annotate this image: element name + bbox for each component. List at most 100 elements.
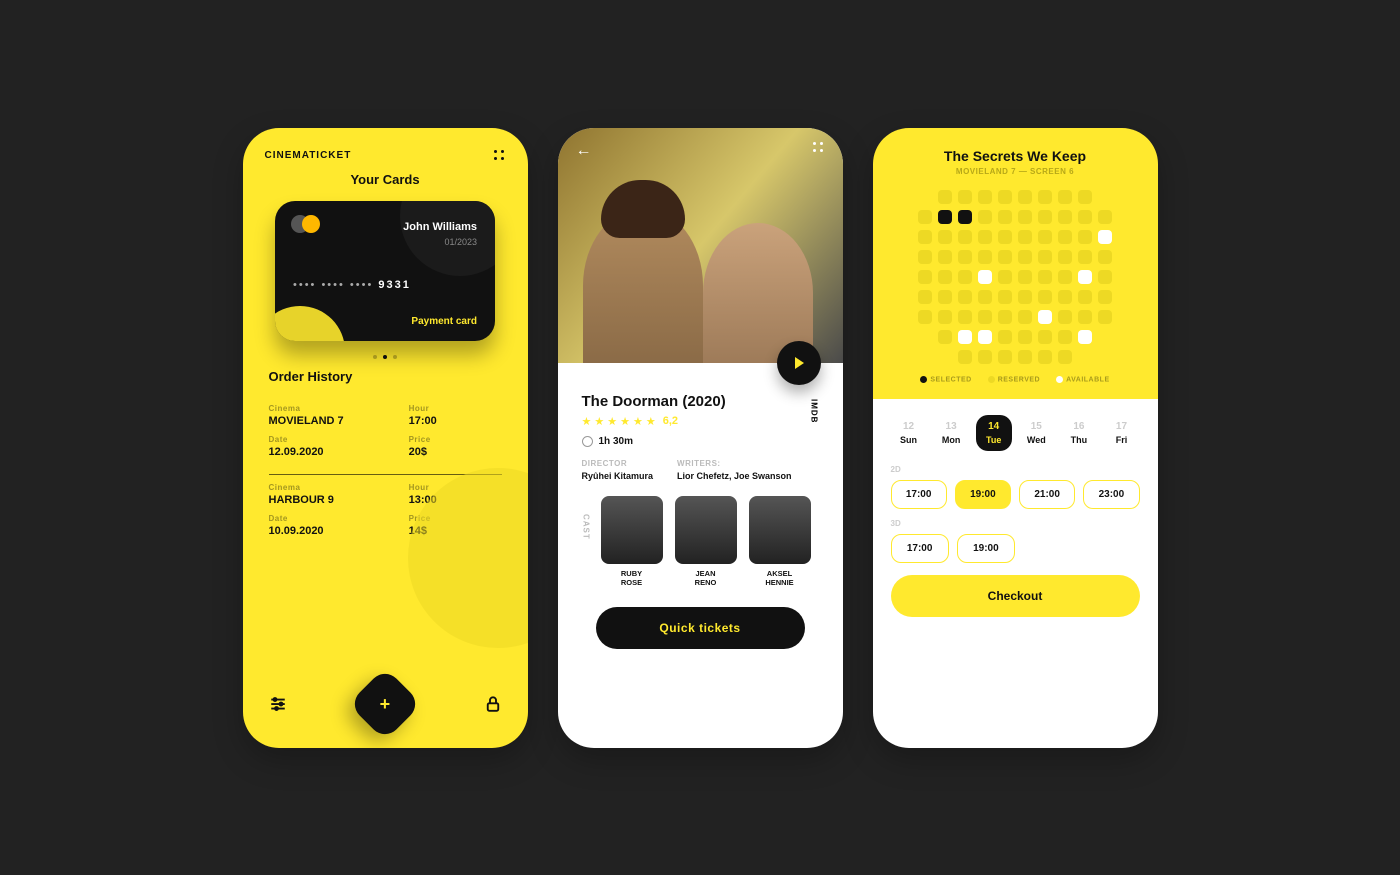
seat[interactable]	[1018, 190, 1032, 204]
seat[interactable]	[958, 290, 972, 304]
seat[interactable]	[1018, 270, 1032, 284]
seat[interactable]	[1078, 210, 1092, 224]
menu-icon[interactable]	[494, 150, 506, 162]
seat[interactable]	[998, 210, 1012, 224]
seat[interactable]	[958, 330, 972, 344]
time-slot[interactable]: 17:00	[891, 534, 949, 563]
seat[interactable]	[978, 330, 992, 344]
seat[interactable]	[1038, 210, 1052, 224]
settings-icon[interactable]	[269, 695, 287, 713]
seat[interactable]	[998, 310, 1012, 324]
seat[interactable]	[958, 230, 972, 244]
date-option[interactable]: 14Tue	[976, 415, 1012, 451]
seat[interactable]	[1058, 250, 1072, 264]
seat[interactable]	[938, 210, 952, 224]
seat[interactable]	[1018, 290, 1032, 304]
seat[interactable]	[1018, 210, 1032, 224]
checkout-button[interactable]: Checkout	[891, 575, 1140, 617]
seat[interactable]	[1058, 330, 1072, 344]
time-slot[interactable]: 19:00	[955, 480, 1011, 509]
seat[interactable]	[958, 350, 972, 364]
seat[interactable]	[1038, 330, 1052, 344]
seat[interactable]	[998, 190, 1012, 204]
seat[interactable]	[1098, 270, 1112, 284]
time-slot[interactable]: 23:00	[1083, 480, 1139, 509]
seat[interactable]	[918, 270, 932, 284]
seat[interactable]	[1098, 210, 1112, 224]
seat[interactable]	[1078, 250, 1092, 264]
seat[interactable]	[938, 330, 952, 344]
seat[interactable]	[978, 290, 992, 304]
seat[interactable]	[938, 290, 952, 304]
seat[interactable]	[1038, 190, 1052, 204]
seat[interactable]	[1058, 290, 1072, 304]
seat[interactable]	[938, 190, 952, 204]
seat[interactable]	[1078, 330, 1092, 344]
date-option[interactable]: 17Fri	[1103, 415, 1139, 451]
seat[interactable]	[1038, 270, 1052, 284]
seat[interactable]	[1058, 190, 1072, 204]
time-slot[interactable]: 21:00	[1019, 480, 1075, 509]
seat[interactable]	[918, 290, 932, 304]
seat[interactable]	[1038, 350, 1052, 364]
time-slot[interactable]: 17:00	[891, 480, 947, 509]
seat[interactable]	[1058, 210, 1072, 224]
seat[interactable]	[978, 210, 992, 224]
seat[interactable]	[978, 190, 992, 204]
seat[interactable]	[918, 210, 932, 224]
seat[interactable]	[1098, 310, 1112, 324]
seat[interactable]	[918, 230, 932, 244]
time-slot[interactable]: 19:00	[957, 534, 1015, 563]
card-pager[interactable]	[243, 355, 528, 359]
seat[interactable]	[1018, 330, 1032, 344]
imdb-label[interactable]: IMDB	[810, 399, 819, 423]
seat[interactable]	[978, 350, 992, 364]
menu-icon[interactable]	[813, 142, 825, 154]
seat[interactable]	[1078, 230, 1092, 244]
seat[interactable]	[1038, 250, 1052, 264]
seat[interactable]	[1098, 290, 1112, 304]
seat[interactable]	[958, 270, 972, 284]
date-option[interactable]: 15Wed	[1018, 415, 1054, 451]
seat[interactable]	[1098, 250, 1112, 264]
seat[interactable]	[998, 270, 1012, 284]
seat[interactable]	[938, 310, 952, 324]
seat[interactable]	[1078, 190, 1092, 204]
seat[interactable]	[978, 310, 992, 324]
seat[interactable]	[998, 290, 1012, 304]
cast-member[interactable]: RUBYROSE	[601, 496, 663, 587]
seat[interactable]	[1058, 310, 1072, 324]
cast-member[interactable]: AKSELHENNIE	[749, 496, 811, 587]
back-icon[interactable]: ←	[576, 142, 592, 160]
date-option[interactable]: 12Sun	[891, 415, 927, 451]
seat[interactable]	[1038, 310, 1052, 324]
seat[interactable]	[958, 210, 972, 224]
seat[interactable]	[918, 310, 932, 324]
seat[interactable]	[998, 350, 1012, 364]
seat[interactable]	[1078, 290, 1092, 304]
seat[interactable]	[998, 230, 1012, 244]
payment-card[interactable]: John Williams 01/2023 •••• •••• •••• 933…	[275, 201, 495, 341]
seat[interactable]	[1018, 310, 1032, 324]
seat[interactable]	[1098, 230, 1112, 244]
seat[interactable]	[918, 250, 932, 264]
date-option[interactable]: 13Mon	[933, 415, 969, 451]
seat[interactable]	[1058, 230, 1072, 244]
cast-member[interactable]: JEANRENO	[675, 496, 737, 587]
order-item[interactable]: CinemaMOVIELAND 7Date12.09.2020Hour17:00…	[269, 396, 502, 475]
date-option[interactable]: 16Thu	[1061, 415, 1097, 451]
seat[interactable]	[978, 270, 992, 284]
seat[interactable]	[958, 310, 972, 324]
quick-tickets-button[interactable]: Quick tickets	[596, 607, 805, 649]
seat[interactable]	[958, 250, 972, 264]
seat[interactable]	[958, 190, 972, 204]
seat[interactable]	[998, 330, 1012, 344]
seat[interactable]	[1038, 230, 1052, 244]
seat[interactable]	[938, 230, 952, 244]
seat[interactable]	[1078, 270, 1092, 284]
seat[interactable]	[938, 250, 952, 264]
seat[interactable]	[978, 230, 992, 244]
seat[interactable]	[938, 270, 952, 284]
lock-icon[interactable]	[484, 695, 502, 713]
seat[interactable]	[1058, 270, 1072, 284]
